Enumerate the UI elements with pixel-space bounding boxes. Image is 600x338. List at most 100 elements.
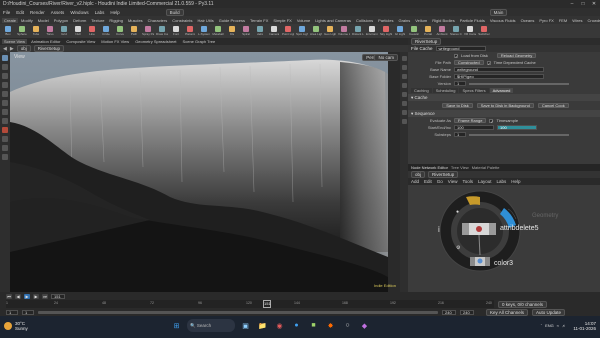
shelf-tab[interactable]: Wires [570, 18, 584, 23]
network-canvas[interactable]: i ● ⚙ attribdelete5 Geometry color3 [408, 185, 600, 292]
shelf-tool[interactable]: Spiral [240, 25, 252, 37]
shelf-tool[interactable]: Area Light [310, 25, 322, 37]
shelf-tab[interactable]: Guide Process [217, 18, 247, 23]
shelf-tool[interactable]: Spray Paint [142, 25, 154, 37]
current-frame-marker[interactable]: 151 [263, 300, 271, 308]
shelf-tool[interactable]: Geo Light [324, 25, 336, 37]
file-path-mode[interactable]: Constructed [454, 60, 484, 65]
evaluate-select[interactable]: Frame Range [454, 118, 487, 123]
save-background-button[interactable]: Save to Disk in Background [476, 103, 534, 108]
end-frame-field-2[interactable]: 240 [460, 309, 474, 315]
shading-icon[interactable] [2, 154, 8, 160]
shelf-tab[interactable]: Collisions [354, 18, 375, 23]
windows-start-icon[interactable]: ⊞ [170, 319, 183, 332]
normals-icon[interactable] [401, 92, 407, 97]
start-field[interactable]: 100 [454, 125, 494, 130]
shelf-tool[interactable]: Font [170, 25, 182, 37]
shelf-tool[interactable]: Ambient [436, 25, 448, 37]
network-path-root[interactable]: obj [411, 171, 426, 178]
goto-start-icon[interactable]: ⏮ [6, 293, 12, 299]
display-options-icon[interactable] [401, 56, 407, 61]
view-tool-icon[interactable] [2, 109, 8, 115]
tab-network-editor[interactable]: Node Network Editor [411, 165, 448, 170]
shelf-tool[interactable]: Line [86, 25, 98, 37]
points-icon[interactable] [401, 83, 407, 88]
version-slider[interactable] [469, 82, 569, 85]
ghost-icon[interactable] [401, 101, 407, 106]
volume-icon[interactable]: ♬ [562, 323, 566, 328]
edge-icon[interactable]: ● [290, 319, 303, 332]
end-frame-field[interactable]: 240 [442, 309, 456, 315]
shelf-tool[interactable]: Portal [422, 25, 434, 37]
select-tool-icon[interactable] [2, 55, 8, 61]
timesample-check[interactable]: ✓ [489, 118, 494, 123]
shelf-tab[interactable]: Particle Fluids [458, 18, 487, 23]
node-name-field[interactable]: writeground [435, 46, 486, 51]
menu-render[interactable]: Render [30, 10, 45, 15]
shelf-tool[interactable]: Switcher [478, 25, 490, 37]
shelf-tab[interactable]: Pyro FX [537, 18, 555, 23]
shelf-tool[interactable]: Metaball [212, 25, 224, 37]
shelf-tool[interactable]: Caustic [408, 25, 420, 37]
end-field[interactable]: 100 [497, 125, 537, 130]
reload-geometry-button[interactable]: Reload Geometry [496, 53, 537, 58]
shelf-tool[interactable]: Box [2, 25, 14, 37]
pane-tab[interactable]: Motion FX View [99, 39, 131, 44]
node-attribdelete5-label[interactable]: attribdelete5 [500, 225, 539, 232]
version-field[interactable]: 1 [454, 81, 466, 86]
timeline-ruler[interactable]: 1 24 48 72 96 120 144 168 192 216 240 151 [6, 300, 494, 308]
shelf-tab[interactable]: Constraints [170, 18, 194, 23]
shelf-tab[interactable]: Deform [71, 18, 88, 23]
net-menu-help[interactable]: Help [511, 179, 520, 184]
menu-labs[interactable]: Labs [95, 10, 105, 15]
pose-tool-icon[interactable] [2, 100, 8, 106]
auto-update-select[interactable]: Auto Update [532, 308, 566, 316]
save-to-disk-button[interactable]: Save to Disk [442, 103, 473, 108]
shelf-tool[interactable]: Sphere [16, 25, 28, 37]
forward-icon[interactable]: ▶ [10, 46, 14, 52]
path-node[interactable]: RiverSetup [33, 45, 64, 52]
shelf-tool[interactable]: Tube [30, 25, 42, 37]
shelf-tool[interactable]: Point Light [282, 25, 294, 37]
path-root[interactable]: obj [16, 45, 31, 52]
pane-tab[interactable]: Scene Graph Tree [181, 39, 218, 44]
shelf-tab[interactable]: Lights and Cameras [313, 18, 353, 23]
load-from-disk-check[interactable]: ✓ [454, 53, 458, 58]
start-frame-field[interactable]: 1 [6, 309, 18, 315]
shelf-tool[interactable]: Grid [58, 25, 70, 37]
shelf-tab[interactable]: Simple FX [271, 18, 293, 23]
lighting-icon[interactable] [401, 74, 407, 79]
lang-indicator[interactable]: ENG [545, 323, 554, 328]
scene-viewport[interactable]: View Persp No cam Indie Edition [10, 52, 400, 292]
record-icon[interactable] [2, 127, 8, 133]
app-icon-8[interactable]: ◆ [358, 319, 371, 332]
shelf-tool[interactable]: Null [72, 25, 84, 37]
store-icon[interactable]: ■ [307, 319, 320, 332]
substeps-slider[interactable] [469, 133, 569, 136]
tab-caching[interactable]: Caching [411, 88, 432, 93]
tab-advanced[interactable]: Advanced [489, 88, 514, 93]
menu-assets[interactable]: Assets [51, 10, 65, 15]
tab-scheduling[interactable]: Scheduling [432, 88, 459, 93]
task-view-icon[interactable]: ▣ [239, 319, 252, 332]
shelf-tab[interactable]: Hair Utils [195, 18, 215, 23]
shelf-tab[interactable]: Volume [295, 18, 312, 23]
param-path-node[interactable]: RiverSetup [411, 38, 442, 45]
net-menu-tools[interactable]: Tools [462, 179, 473, 184]
weather-widget[interactable]: 30°C Sunny [4, 321, 28, 331]
frame-field[interactable]: 151 [51, 293, 65, 299]
taskbar-search[interactable]: 🔍 Search [187, 319, 235, 332]
pane-tab[interactable]: Geometry Spreadsheet [133, 39, 178, 44]
shelf-tab[interactable]: Viscous Fluids [488, 18, 518, 23]
browser-icon[interactable]: ◉ [273, 319, 286, 332]
shelf-tab[interactable]: Characters [146, 18, 170, 23]
shelf-tool[interactable]: Platonic [184, 25, 196, 37]
close-icon[interactable]: ✕ [589, 1, 599, 7]
tab-material-palette[interactable]: Material Palette [472, 165, 500, 170]
shelf-tool[interactable]: L-System [198, 25, 210, 37]
tab-tree-view[interactable]: Tree View [451, 165, 469, 170]
shelf-tab[interactable]: Particles [376, 18, 395, 23]
shelf-tool[interactable]: Spot Light [296, 25, 308, 37]
shelf-tool[interactable]: Sky Light [380, 25, 392, 37]
range-slider[interactable] [38, 310, 438, 314]
